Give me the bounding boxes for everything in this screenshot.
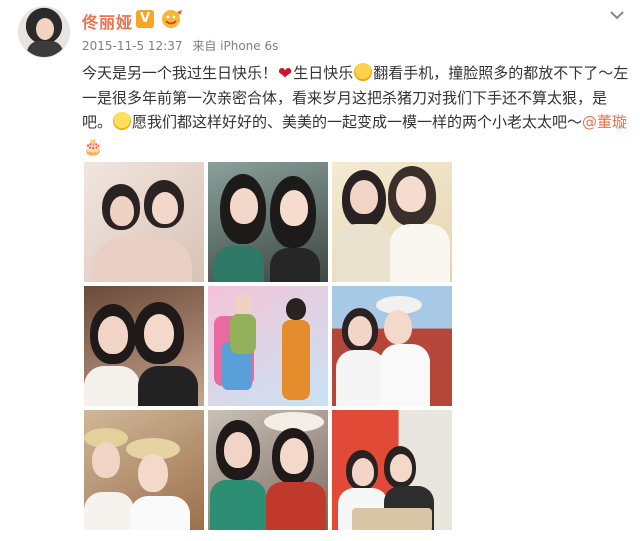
author-name[interactable]: 佟丽娅: [82, 9, 133, 33]
photo-3[interactable]: [332, 162, 452, 282]
post-text-part4: 愿我们都这样好好的、美美的一起变成一模一样的两个小老太太吧～: [132, 113, 583, 131]
post-source: 来自 iPhone 6s: [192, 39, 279, 53]
avatar-face: [36, 18, 54, 40]
post-text-part2: 生日快乐: [293, 64, 354, 82]
vip-emoji-icon: [162, 10, 182, 28]
post-text: 今天是另一个我过生日快乐！❤生日快乐 翻看手机，撞脸照多的都放不下了～左一是很多年…: [82, 61, 630, 159]
photo-6[interactable]: [332, 286, 452, 406]
verified-badge-icon: V: [136, 10, 154, 28]
post-datetime[interactable]: 2015-11-5 12:37: [82, 39, 183, 53]
chevron-down-icon[interactable]: [608, 8, 626, 22]
weibo-post-card: 佟丽娅 V 2015-11-5 12:37 来自 iPhone 6s 今天是另一…: [0, 0, 640, 541]
photo-4[interactable]: [84, 286, 204, 406]
photo-1[interactable]: [84, 162, 204, 282]
avatar-shirt: [27, 41, 63, 57]
photo-9[interactable]: [332, 410, 452, 530]
cake-icon: 🎂: [83, 137, 103, 156]
heart-icon: ❤: [278, 64, 293, 84]
author-avatar[interactable]: [18, 6, 70, 58]
photo-2[interactable]: [208, 162, 328, 282]
photo-7[interactable]: [84, 410, 204, 530]
photo-8[interactable]: [208, 410, 328, 530]
kiss-face-icon: [354, 63, 373, 81]
mention-link[interactable]: @董璇: [582, 113, 627, 131]
photo-5[interactable]: [208, 286, 328, 406]
post-meta: 2015-11-5 12:37 来自 iPhone 6s: [82, 37, 284, 54]
wink-face-icon: [113, 112, 132, 130]
photo-grid: [84, 162, 454, 532]
post-text-part1: 今天是另一个我过生日快乐！: [82, 64, 278, 82]
